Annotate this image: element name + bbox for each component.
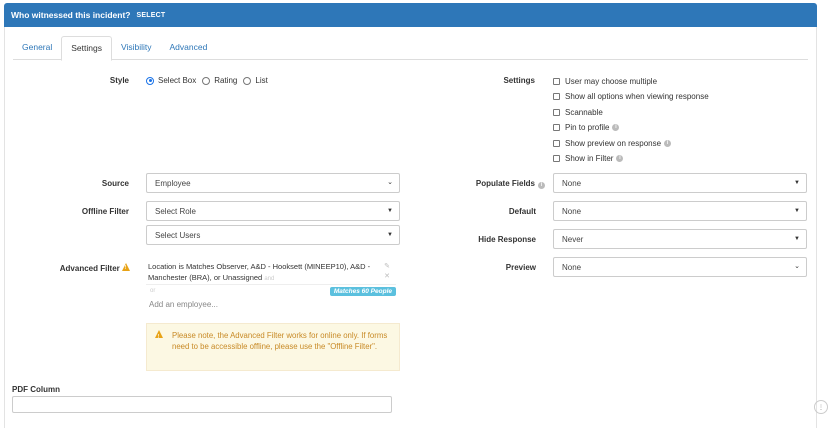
divider xyxy=(146,284,396,285)
or-text: or xyxy=(150,288,156,294)
tab-general[interactable]: General xyxy=(13,36,61,60)
preview-label: Preview xyxy=(505,263,536,272)
tab-bar: General Settings Visibility Advanced xyxy=(13,36,808,61)
tab-visibility[interactable]: Visibility xyxy=(112,36,161,60)
pdf-column-label: PDF Column xyxy=(12,385,60,394)
offline-filter-label: Offline Filter xyxy=(81,207,129,216)
advanced-filter-warning: Please note, the Advanced Filter works f… xyxy=(146,323,400,371)
chevron-down-icon: ⌄ xyxy=(794,263,800,270)
caret-down-icon: ▼ xyxy=(387,208,393,214)
matches-badge: Matches 60 People xyxy=(329,287,396,296)
info-icon[interactable]: i xyxy=(612,124,620,131)
setting-show-preview-on-response[interactable]: Show preview on response i xyxy=(553,139,672,148)
populate-fields-label: Populate Fields i xyxy=(445,179,545,189)
populate-fields-select[interactable]: None ▼ xyxy=(553,173,807,193)
hide-response-label: Hide Response xyxy=(478,235,536,244)
radio-icon xyxy=(202,76,211,85)
setting-show-all-options[interactable]: Show all options when viewing response xyxy=(553,92,709,101)
checkbox-icon xyxy=(553,124,560,131)
tab-settings[interactable]: Settings xyxy=(61,36,112,61)
tab-advanced[interactable]: Advanced xyxy=(161,36,217,60)
checkbox-icon xyxy=(553,155,560,162)
style-radio-group: Select Box Rating List xyxy=(146,76,274,85)
style-option-rating[interactable]: Rating xyxy=(202,76,237,85)
style-option-select-box[interactable]: Select Box xyxy=(146,76,196,85)
remove-condition-icon[interactable]: ✕ xyxy=(384,272,390,280)
offline-filter-role-select[interactable]: Select Role ▼ xyxy=(146,201,400,221)
style-label: Style xyxy=(109,76,129,85)
checkbox-icon xyxy=(553,93,560,100)
caret-down-icon: ▼ xyxy=(387,232,393,238)
checkbox-icon xyxy=(553,109,560,116)
radio-icon xyxy=(243,76,252,85)
setting-show-in-filter[interactable]: Show in Filter i xyxy=(553,154,624,163)
advanced-filter-box: Location is Matches Observer, A&D - Hook… xyxy=(146,258,400,313)
setting-user-may-choose-multiple[interactable]: User may choose multiple xyxy=(553,77,657,86)
warning-icon xyxy=(155,330,163,343)
warning-icon xyxy=(122,263,130,271)
default-select[interactable]: None ▼ xyxy=(553,201,807,221)
caret-down-icon: ▼ xyxy=(794,236,800,242)
style-option-list[interactable]: List xyxy=(243,76,268,85)
advanced-filter-label: Advanced Filter xyxy=(40,263,130,273)
source-label: Source xyxy=(101,179,129,188)
settings-label: Settings xyxy=(503,76,535,85)
checkbox-icon xyxy=(553,78,560,85)
preview-select[interactable]: None ⌄ xyxy=(553,257,807,277)
setting-scannable[interactable]: Scannable xyxy=(553,108,603,117)
source-select[interactable]: Employee ⌄ xyxy=(146,173,400,193)
chevron-down-icon: ⌄ xyxy=(387,179,393,186)
radio-selected-icon xyxy=(146,76,154,85)
caret-down-icon: ▼ xyxy=(794,180,800,186)
info-icon[interactable]: i xyxy=(538,182,545,189)
question-header: Who witnessed this incident? SELECT xyxy=(4,3,817,27)
offline-filter-users-select[interactable]: Select Users ▼ xyxy=(146,225,400,245)
settings-panel: General Settings Visibility Advanced xyxy=(4,27,817,428)
info-icon[interactable]: i xyxy=(664,140,672,147)
checkbox-icon xyxy=(553,140,560,147)
default-label: Default xyxy=(508,207,536,216)
question-type: SELECT xyxy=(136,11,166,19)
setting-pin-to-profile[interactable]: Pin to profile i xyxy=(553,123,620,132)
question-title: Who witnessed this incident? xyxy=(11,10,131,20)
hide-response-select[interactable]: Never ▼ xyxy=(553,229,807,249)
info-icon[interactable]: i xyxy=(616,155,624,162)
caret-down-icon: ▼ xyxy=(794,208,800,214)
add-employee-input[interactable]: Add an employee... xyxy=(149,300,218,309)
scroll-indicator-icon[interactable]: ⋮ xyxy=(814,400,828,414)
edit-icon[interactable]: ✎ xyxy=(384,262,390,270)
pdf-column-input[interactable] xyxy=(12,396,392,413)
advanced-filter-condition[interactable]: Location is Matches Observer, A&D - Hook… xyxy=(148,261,378,285)
